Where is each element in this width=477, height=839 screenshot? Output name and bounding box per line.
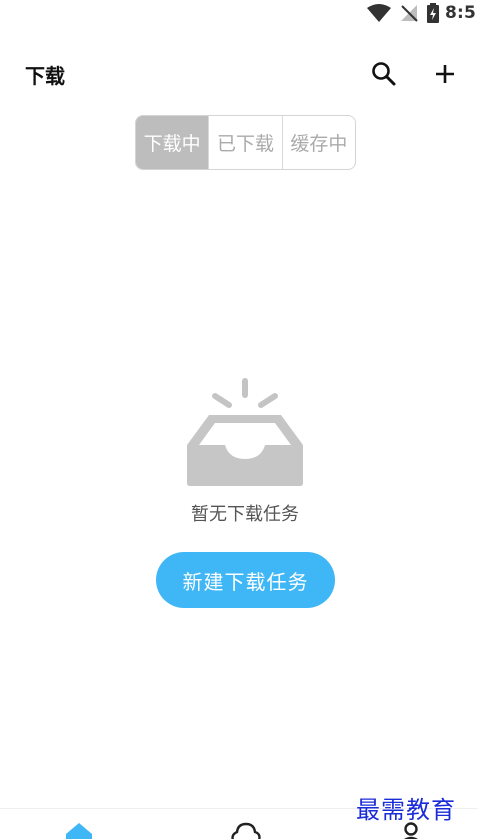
search-icon[interactable] bbox=[370, 60, 398, 88]
empty-message: 暂无下载任务 bbox=[191, 504, 299, 525]
app-header: 下载 bbox=[0, 50, 477, 98]
home-icon[interactable] bbox=[64, 821, 94, 839]
empty-inbox-icon bbox=[187, 378, 303, 486]
status-time: 8:55 bbox=[445, 3, 477, 23]
tab-downloaded[interactable]: 已下载 bbox=[208, 116, 281, 169]
wifi-icon bbox=[367, 4, 391, 22]
app-screen: 8:55 下载 下载中 已下载 缓存中 暂无下载任务 新建下载任务 bbox=[0, 0, 477, 839]
cloud-icon[interactable] bbox=[228, 821, 264, 839]
new-download-task-button[interactable]: 新建下载任务 bbox=[156, 552, 335, 608]
download-tabs: 下载中 已下载 缓存中 bbox=[135, 115, 356, 170]
watermark-text: 最需教育 bbox=[356, 796, 456, 824]
status-icons: 8:55 bbox=[367, 1, 477, 25]
signal-off-icon bbox=[401, 5, 418, 22]
status-bar: 8:55 bbox=[0, 0, 477, 26]
tab-caching[interactable]: 缓存中 bbox=[281, 116, 355, 169]
page-title: 下载 bbox=[25, 64, 65, 88]
battery-charging-icon bbox=[427, 3, 439, 23]
add-icon[interactable] bbox=[431, 60, 459, 88]
tab-downloading[interactable]: 下载中 bbox=[136, 116, 209, 169]
